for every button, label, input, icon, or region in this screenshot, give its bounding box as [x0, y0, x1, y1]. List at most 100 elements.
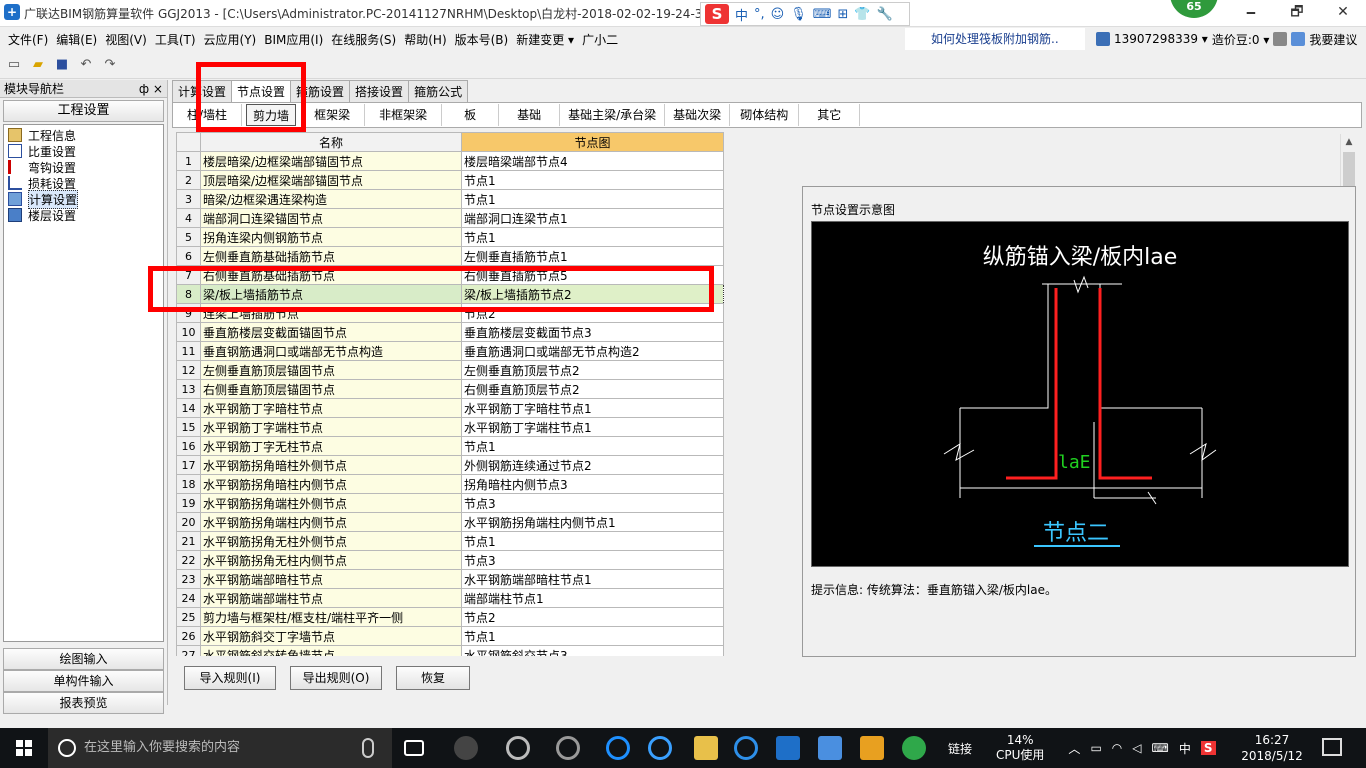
- row-node-cell[interactable]: 水平钢筋丁字端柱节点1: [461, 417, 724, 437]
- volume-icon[interactable]: ◁: [1132, 741, 1141, 755]
- windows-start-icon[interactable]: [0, 728, 48, 768]
- row-node-cell[interactable]: 节点1: [461, 531, 724, 551]
- export-rules-button[interactable]: 导出规则(O): [290, 666, 382, 690]
- network-icon[interactable]: ◠: [1112, 741, 1122, 755]
- row-node-cell[interactable]: 节点3: [461, 550, 724, 570]
- row-node-cell[interactable]: 水平钢筋丁字暗柱节点1: [461, 398, 724, 418]
- row-node-cell[interactable]: 右侧垂直筋顶层节点2: [461, 379, 724, 399]
- row-node-cell[interactable]: 水平钢筋端部暗柱节点1: [461, 569, 724, 589]
- table-row[interactable]: 19 水平钢筋拐角端柱外侧节点 节点3: [176, 493, 724, 513]
- table-row[interactable]: 9 连梁上墙插筋节点 节点2: [176, 303, 724, 323]
- glodon-g-icon[interactable]: [734, 736, 758, 760]
- table-row[interactable]: 16 水平钢筋丁字无柱节点 节点1: [176, 436, 724, 456]
- table-row[interactable]: 20 水平钢筋拐角端柱内侧节点 水平钢筋拐角端柱内侧节点1: [176, 512, 724, 532]
- help-article-link[interactable]: 如何处理筏板附加钢筋..: [905, 28, 1085, 50]
- calc-app-icon[interactable]: [818, 736, 842, 760]
- table-row[interactable]: 23 水平钢筋端部暗柱节点 水平钢筋端部暗柱节点1: [176, 569, 724, 589]
- row-node-cell[interactable]: 拐角暗柱内侧节点3: [461, 474, 724, 494]
- redo-icon[interactable]: ↷: [100, 55, 120, 75]
- menu-online[interactable]: 在线服务(S): [327, 31, 400, 48]
- nav-item-project-info[interactable]: 工程信息: [4, 127, 163, 143]
- taskbar-clock[interactable]: 16:27 2018/5/12: [1240, 732, 1304, 764]
- menu-bim[interactable]: BIM应用(I): [260, 31, 327, 48]
- sogou-ime-icon[interactable]: S: [705, 4, 729, 24]
- subtab-other[interactable]: 其它: [799, 104, 861, 126]
- nav-item-hook[interactable]: 弯钩设置: [4, 159, 163, 175]
- ie-blue-icon[interactable]: [648, 736, 672, 760]
- subtab-masonry[interactable]: 砌体结构: [730, 104, 800, 126]
- row-node-cell[interactable]: 节点1: [461, 189, 724, 209]
- menu-view[interactable]: 视图(V): [101, 31, 151, 48]
- cpu-usage[interactable]: 14% CPU使用: [996, 733, 1044, 763]
- ime-skin-icon[interactable]: 👕: [854, 7, 870, 22]
- subtab-frame-beam[interactable]: 框架梁: [300, 104, 366, 126]
- table-row[interactable]: 15 水平钢筋丁字端柱节点 水平钢筋丁字端柱节点1: [176, 417, 724, 437]
- ggj-app-icon[interactable]: [776, 736, 800, 760]
- menu-new-change[interactable]: 新建变更 ▾: [512, 31, 578, 48]
- nav-single-component-input[interactable]: 单构件输入: [3, 670, 164, 692]
- row-node-cell[interactable]: 节点1: [461, 227, 724, 247]
- row-node-cell[interactable]: 水平钢筋斜交节点3: [461, 645, 724, 656]
- sogou-tray-icon[interactable]: S: [1200, 741, 1216, 755]
- menu-tools[interactable]: 工具(T): [151, 31, 200, 48]
- row-node-cell[interactable]: 垂直筋楼层变截面节点3: [461, 322, 724, 342]
- table-row[interactable]: 5 拐角连梁内侧钢筋节点 节点1: [176, 227, 724, 247]
- tab-stirrup-settings[interactable]: 箍筋设置: [290, 80, 351, 102]
- nav-pin-close[interactable]: ф ×: [139, 82, 163, 96]
- table-row[interactable]: 10 垂直筋楼层变截面锚固节点 垂直筋楼层变截面节点3: [176, 322, 724, 342]
- table-row[interactable]: 8 梁/板上墙插筋节点 梁/板上墙插筋节点2: [176, 284, 724, 304]
- table-row[interactable]: 27 水平钢筋斜交转角墙节点 水平钢筋斜交节点3: [176, 645, 724, 656]
- table-row[interactable]: 22 水平钢筋拐角无柱内侧节点 节点3: [176, 550, 724, 570]
- row-node-cell[interactable]: 水平钢筋拐角端柱内侧节点1: [461, 512, 724, 532]
- table-row[interactable]: 6 左侧垂直筋基础插筋节点 左侧垂直插筋节点1: [176, 246, 724, 266]
- undo-icon[interactable]: ↶: [76, 55, 96, 75]
- close-button[interactable]: ✕: [1320, 0, 1366, 27]
- table-row[interactable]: 12 左侧垂直筋顶层锚固节点 左侧垂直筋顶层节点2: [176, 360, 724, 380]
- nav-section-project-settings[interactable]: 工程设置: [3, 100, 164, 122]
- microphone-icon[interactable]: [362, 738, 374, 758]
- suggestion-link[interactable]: 我要建议: [1309, 31, 1357, 48]
- row-node-cell[interactable]: 梁/板上墙插筋节点2: [461, 284, 724, 304]
- subtab-non-frame-beam[interactable]: 非框架梁: [365, 104, 443, 126]
- tray-link[interactable]: 链接: [948, 740, 972, 757]
- green-app-icon[interactable]: [902, 736, 926, 760]
- menu-version[interactable]: 版本号(B): [451, 31, 513, 48]
- notes-app-icon[interactable]: [860, 736, 884, 760]
- tab-calc-settings[interactable]: 计算设置: [172, 80, 233, 102]
- restore-button[interactable]: 🗗: [1274, 0, 1320, 27]
- row-node-cell[interactable]: 左侧垂直插筋节点1: [461, 246, 724, 266]
- tray-expand-icon[interactable]: ︿: [1068, 740, 1080, 757]
- file-explorer-icon[interactable]: [694, 736, 718, 760]
- row-node-cell[interactable]: 外侧钢筋连续通过节点2: [461, 455, 724, 475]
- table-row[interactable]: 14 水平钢筋丁字暗柱节点 水平钢筋丁字暗柱节点1: [176, 398, 724, 418]
- ime-lang[interactable]: 中: [735, 5, 748, 24]
- import-rules-button[interactable]: 导入规则(I): [184, 666, 276, 690]
- table-row[interactable]: 17 水平钢筋拐角暗柱外侧节点 外侧钢筋连续通过节点2: [176, 455, 724, 475]
- taskbar-search-box[interactable]: 在这里输入你要搜索的内容: [48, 728, 392, 768]
- table-row[interactable]: 21 水平钢筋拐角无柱外侧节点 节点1: [176, 531, 724, 551]
- table-row[interactable]: 7 右侧垂直筋基础插筋节点 右侧垂直插筋节点5: [176, 265, 724, 285]
- table-row[interactable]: 13 右侧垂直筋顶层锚固节点 右侧垂直筋顶层节点2: [176, 379, 724, 399]
- row-node-cell[interactable]: 节点3: [461, 493, 724, 513]
- fan-app-icon[interactable]: [454, 736, 478, 760]
- open-folder-icon[interactable]: ▰: [28, 55, 48, 75]
- nav-item-calc-settings[interactable]: 计算设置: [4, 189, 163, 209]
- ime-punct[interactable]: °,: [754, 7, 765, 22]
- menu-cloud[interactable]: 云应用(Y): [200, 31, 261, 48]
- table-row[interactable]: 4 端部洞口连梁锚固节点 端部洞口连梁节点1: [176, 208, 724, 228]
- table-row[interactable]: 18 水平钢筋拐角暗柱内侧节点 拐角暗柱内侧节点3: [176, 474, 724, 494]
- row-node-cell[interactable]: 右侧垂直插筋节点5: [461, 265, 724, 285]
- ime-voice-icon[interactable]: 🎙: [790, 7, 807, 22]
- user-phone[interactable]: 13907298339 ▾: [1114, 32, 1208, 46]
- subtab-foundation-main-beam[interactable]: 基础主梁/承台梁: [560, 104, 666, 126]
- task-view-icon[interactable]: [404, 740, 424, 756]
- table-row[interactable]: 2 顶层暗梁/边框梁端部锚固节点 节点1: [176, 170, 724, 190]
- ime-emoji-icon[interactable]: ☺: [771, 7, 785, 22]
- row-node-cell[interactable]: 端部洞口连梁节点1: [461, 208, 724, 228]
- subtab-column[interactable]: 柱/墙柱: [173, 104, 243, 126]
- row-node-cell[interactable]: 节点2: [461, 607, 724, 627]
- cost-beans[interactable]: 造价豆:0 ▾: [1212, 31, 1270, 48]
- tray-ime-lang[interactable]: 中: [1179, 740, 1191, 757]
- menu-help[interactable]: 帮助(H): [400, 31, 450, 48]
- edge-icon[interactable]: [606, 736, 630, 760]
